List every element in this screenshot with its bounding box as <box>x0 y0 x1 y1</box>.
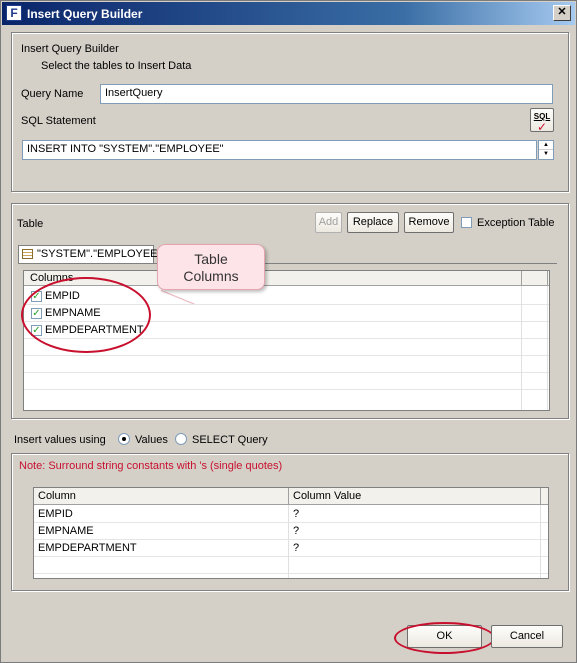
value-row-value[interactable]: ? <box>293 525 299 537</box>
header-divider <box>521 271 522 286</box>
sql-statement-input[interactable]: INSERT INTO "SYSTEM"."EMPLOYEE" <box>22 140 537 160</box>
query-name-label: Query Name <box>21 88 84 100</box>
select-query-radio[interactable] <box>175 433 187 445</box>
values-grid-header: Column Column Value <box>34 488 548 505</box>
query-name-input[interactable]: InsertQuery <box>100 84 553 104</box>
values-grid: Column Column Value EMPID ? EMPNAME ? EM… <box>33 487 549 579</box>
values-radio[interactable] <box>118 433 130 445</box>
replace-button[interactable]: Replace <box>347 212 399 233</box>
spin-up-icon[interactable]: ▲ <box>539 141 553 150</box>
table-columns-callout: Table Columns <box>157 244 265 290</box>
value-row-value[interactable]: ? <box>293 508 299 520</box>
add-button[interactable]: Add <box>315 212 342 233</box>
empty-row <box>34 557 548 574</box>
exception-table-label: Exception Table <box>477 217 555 229</box>
values-radio-label: Values <box>135 434 168 446</box>
app-icon: F <box>6 5 22 21</box>
exception-table-checkbox[interactable] <box>461 217 472 228</box>
grid-vline <box>288 505 289 578</box>
header-title: Insert Query Builder <box>21 43 119 55</box>
value-row-value[interactable]: ? <box>293 542 299 554</box>
grid-vline <box>521 286 522 410</box>
window-title: Insert Query Builder <box>27 7 143 21</box>
grid-vline-2 <box>547 286 548 410</box>
check-icon: ✓ <box>536 120 548 134</box>
grid-vline-2 <box>540 505 541 578</box>
select-query-radio-label: SELECT Query <box>192 434 268 446</box>
value-row-column: EMPDEPARTMENT <box>38 542 137 554</box>
close-button[interactable]: ✕ <box>553 5 571 21</box>
remove-button[interactable]: Remove <box>404 212 454 233</box>
table-tab-label: "SYSTEM"."EMPLOYEE" <box>37 248 162 260</box>
column-value-header: Column Value <box>293 490 362 502</box>
value-row[interactable]: EMPNAME ? <box>34 523 548 540</box>
empty-row <box>24 356 549 373</box>
header-divider-2 <box>540 488 541 505</box>
sql-statement-label: SQL Statement <box>21 115 96 127</box>
tab-strip-line <box>18 263 557 264</box>
empty-row <box>24 373 549 390</box>
table-label: Table <box>17 218 44 230</box>
insert-query-builder-window: F Insert Query Builder ✕ Insert Query Bu… <box>0 0 577 663</box>
callout-line-2: Columns <box>183 268 239 284</box>
values-panel: Note: Surround string constants with 's … <box>11 453 569 591</box>
header-divider <box>288 488 289 505</box>
query-panel: Insert Query Builder Select the tables t… <box>11 32 569 192</box>
column-header: Column <box>38 490 76 502</box>
value-row-column: EMPNAME <box>38 525 94 537</box>
columns-highlight <box>21 277 151 353</box>
callout-line-1: Table <box>194 251 228 267</box>
header-subtitle: Select the tables to Insert Data <box>41 60 192 72</box>
sql-spinner[interactable]: ▲ ▼ <box>538 140 554 160</box>
cancel-button[interactable]: Cancel <box>491 625 563 648</box>
spin-down-icon[interactable]: ▼ <box>539 150 553 159</box>
insert-values-label: Insert values using <box>14 434 106 446</box>
value-row-column: EMPID <box>38 508 73 520</box>
sql-button[interactable]: SQL ✓ <box>530 108 554 134</box>
ok-highlight <box>394 622 495 654</box>
value-row[interactable]: EMPID ? <box>34 506 548 523</box>
value-row[interactable]: EMPDEPARTMENT ? <box>34 540 548 557</box>
title-bar: F Insert Query Builder ✕ <box>2 2 575 25</box>
table-grid-icon <box>22 249 33 259</box>
string-constants-note: Note: Surround string constants with 's … <box>19 460 283 472</box>
table-tab[interactable]: "SYSTEM"."EMPLOYEE" <box>18 245 161 264</box>
callout-pointer <box>161 290 195 304</box>
header-divider-2 <box>547 271 548 286</box>
